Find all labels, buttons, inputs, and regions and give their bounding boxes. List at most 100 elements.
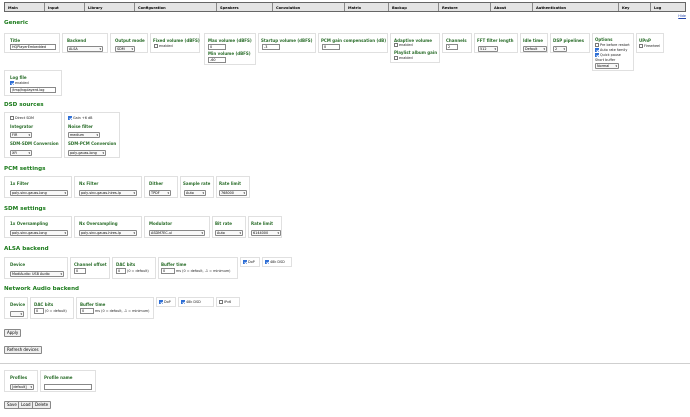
- pcm-rate-select[interactable]: Auto ▾: [184, 190, 206, 196]
- net-device-label: Device: [10, 302, 26, 307]
- nav-backup[interactable]: Backup: [389, 3, 439, 11]
- net-dac-input[interactable]: 0: [34, 308, 44, 314]
- nav-convolution[interactable]: Convolution: [273, 3, 345, 11]
- sdm-sdm-value: XFi: [12, 151, 17, 155]
- max-volume-input[interactable]: 0: [208, 44, 226, 50]
- fft-group: FFT filter length 512 ▾: [474, 33, 518, 53]
- net-buffer-group: Buffer time 0 ms (0 = default, -1 = mini…: [76, 297, 154, 319]
- profile-name-input[interactable]: [44, 384, 92, 390]
- alsa-dsd48-label: 48k DSD: [270, 260, 285, 264]
- playlist-gain-checkbox[interactable]: [394, 56, 398, 60]
- dsp-select[interactable]: 2 ▾: [553, 46, 567, 52]
- alsa-offset-input[interactable]: 0: [74, 268, 86, 274]
- profiles-select[interactable]: [default] ▾: [10, 384, 34, 390]
- alsa-device-label: Device: [10, 262, 26, 267]
- alsa-device-select[interactable]: ModiAudio: USB Audio ▾: [10, 271, 64, 277]
- auto-family-checkbox[interactable]: [595, 48, 599, 52]
- buffer-select[interactable]: Normal ▾: [595, 63, 619, 69]
- adaptive-volume-checkbox[interactable]: [394, 43, 398, 47]
- output-mode-group: Output mode SDM ▾: [110, 33, 148, 53]
- noise-select[interactable]: medium ▾: [68, 132, 100, 138]
- sdm-pcm-value: poly-gauss-long: [70, 151, 97, 155]
- startup-volume-label: Startup volume (dBFS): [261, 38, 313, 43]
- startup-volume-input[interactable]: -3: [262, 44, 280, 50]
- output-mode-select[interactable]: SDM ▾: [115, 46, 135, 52]
- playlist-gain-label: Playlist album gain: [394, 50, 438, 55]
- chevron-down-icon: ▾: [60, 272, 62, 276]
- fixed-volume-checkbox[interactable]: [154, 44, 158, 48]
- pre-restart-checkbox[interactable]: [595, 43, 599, 47]
- sdm-nx-select[interactable]: poly-sinc-gauss-hires-lp ▾: [79, 230, 137, 236]
- chevron-down-icon: ▾: [167, 191, 169, 195]
- min-volume-input[interactable]: -60: [208, 57, 226, 63]
- direct-sdm-checkbox[interactable]: [10, 116, 14, 120]
- integrator-label: Integrator: [10, 124, 34, 129]
- delete-button[interactable]: Delete: [32, 401, 52, 409]
- nav-input[interactable]: Input: [45, 3, 85, 11]
- logfile-checkbox[interactable]: [10, 81, 14, 85]
- sdm-limit-value: 6144000: [253, 231, 269, 235]
- sdm-bit-label: Bit rate: [215, 221, 233, 226]
- nav-main[interactable]: Main: [5, 3, 45, 11]
- upnp-label: UPnP: [639, 38, 651, 43]
- sdm-pcm-select[interactable]: poly-gauss-long ▾: [68, 150, 106, 156]
- nav-speakers[interactable]: Speakers: [217, 3, 273, 11]
- net-dsd48-checkbox[interactable]: [181, 300, 185, 304]
- nav-about[interactable]: About: [491, 3, 533, 11]
- apply-button[interactable]: Apply: [4, 329, 22, 337]
- logfile-input[interactable]: /tmp/hqplayerd.log: [10, 87, 56, 93]
- logfile-label: Log file: [10, 75, 27, 80]
- sdm-limit-group: Rate limit 6144000 ▾: [248, 216, 282, 238]
- net-dsd48-label: 48k DSD: [186, 300, 201, 304]
- hide-link[interactable]: Hide: [678, 14, 686, 18]
- integrator-select[interactable]: FIR ▾: [10, 132, 32, 138]
- channels-group: Channels 2: [442, 33, 472, 53]
- sdm-pcm-label: SDM-PCM Conversion: [68, 141, 117, 146]
- title-input[interactable]: HQPlayerEmbedded: [10, 44, 56, 50]
- sdm-sdm-select[interactable]: XFi ▾: [10, 150, 32, 156]
- sdm-sdm-label: SDM-SDM Conversion: [10, 141, 59, 146]
- quick-pause-checkbox[interactable]: [595, 53, 599, 57]
- net-dop-checkbox[interactable]: [159, 300, 163, 304]
- alsa-dop-checkbox[interactable]: [243, 260, 247, 264]
- pcm-dither-select[interactable]: TPDF ▾: [149, 190, 171, 196]
- alsa-dsd48-checkbox[interactable]: [265, 260, 269, 264]
- sdm-mod-select[interactable]: ASDM7EC-ul ▾: [149, 230, 205, 236]
- top-nav: Main Input Library Configuration Speaker…: [4, 2, 686, 12]
- title-label: Title: [10, 38, 21, 43]
- idle-select[interactable]: Default ▾: [523, 46, 547, 52]
- net-ipv6-checkbox[interactable]: [219, 300, 223, 304]
- fft-select[interactable]: 512 ▾: [478, 46, 498, 52]
- pcm-gain-input[interactable]: 0: [322, 44, 340, 50]
- nav-matrix[interactable]: Matrix: [345, 3, 389, 11]
- alsa-dop-label: DoP: [248, 260, 255, 264]
- backend-select[interactable]: ALSA ▾: [67, 46, 103, 52]
- idle-label: Idle time: [523, 38, 543, 43]
- sdm-limit-select[interactable]: 6144000 ▾: [251, 230, 281, 236]
- nav-configuration[interactable]: Configuration: [135, 3, 217, 11]
- alsa-dac-input[interactable]: 0: [116, 268, 126, 274]
- nav-library[interactable]: Library: [85, 3, 135, 11]
- nav-authentication[interactable]: Authentication: [533, 3, 619, 11]
- pcm-1x-select[interactable]: poly-sinc-gauss-long ▾: [10, 190, 68, 196]
- profile-name-group: Profile name: [40, 370, 96, 392]
- fixed-volume-cb-label: enabled: [159, 44, 173, 48]
- pcm-limit-label: Rate limit: [219, 181, 241, 186]
- nav-restore[interactable]: Restore: [439, 3, 491, 11]
- pcm-nx-select[interactable]: poly-sinc-gauss-hires-lp ▾: [79, 190, 137, 196]
- pcm-limit-select[interactable]: 768000 ▾: [219, 190, 247, 196]
- pcm-nx-value: poly-sinc-gauss-hires-lp: [81, 191, 122, 195]
- alsa-buffer-input[interactable]: 0: [161, 268, 175, 274]
- refresh-devices-button[interactable]: Refresh devices: [4, 346, 42, 354]
- gain-checkbox[interactable]: [68, 116, 72, 120]
- nav-log[interactable]: Log: [651, 3, 685, 11]
- pcm-rate-label: Sample rate: [183, 181, 211, 186]
- logfile-cb-label: enabled: [15, 81, 29, 85]
- sdm-1x-select[interactable]: poly-sinc-gauss-long ▾: [10, 230, 68, 236]
- net-buffer-input[interactable]: 0: [80, 308, 94, 314]
- channels-input[interactable]: 2: [446, 44, 458, 50]
- upnp-checkbox[interactable]: [639, 44, 643, 48]
- net-device-select[interactable]: ▾: [10, 311, 24, 317]
- nav-key[interactable]: Key: [619, 3, 651, 11]
- sdm-bit-select[interactable]: Auto ▾: [215, 230, 243, 236]
